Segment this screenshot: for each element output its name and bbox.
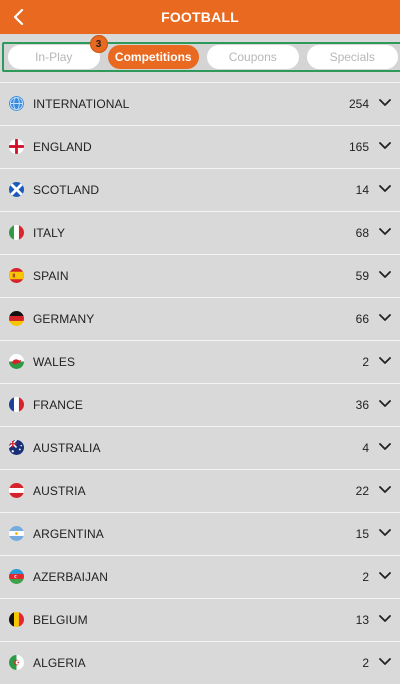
country-name: FRANCE bbox=[33, 398, 83, 412]
list-item-wales[interactable]: WALES 2 bbox=[0, 340, 400, 383]
tab-label: In-Play bbox=[35, 50, 73, 64]
country-name: WALES bbox=[33, 355, 76, 369]
list-item-argentina[interactable]: ARGENTINA 15 bbox=[0, 512, 400, 555]
chevron-down-icon[interactable] bbox=[379, 399, 391, 409]
competition-count: 165 bbox=[348, 140, 369, 154]
list-item-australia[interactable]: AUSTRALIA 4 bbox=[0, 426, 400, 469]
country-name: ARGENTINA bbox=[33, 527, 104, 541]
tabs-bar: In-Play 3 Competitions Coupons Specials bbox=[0, 34, 400, 82]
chevron-down-icon[interactable] bbox=[379, 528, 391, 538]
competition-list: INTERNATIONAL 254 ENGLAND 165 SCOTLAND 1… bbox=[0, 82, 400, 684]
country-name: AUSTRALIA bbox=[33, 441, 101, 455]
list-item-germany[interactable]: GERMANY 66 bbox=[0, 297, 400, 340]
country-name: GERMANY bbox=[33, 312, 95, 326]
chevron-down-icon[interactable] bbox=[379, 614, 391, 624]
competition-count: 22 bbox=[355, 484, 369, 498]
back-button[interactable] bbox=[8, 6, 30, 28]
globe-icon bbox=[9, 96, 24, 111]
list-item-scotland[interactable]: SCOTLAND 14 bbox=[0, 168, 400, 211]
tab-label: Coupons bbox=[228, 50, 277, 64]
competition-count: 15 bbox=[355, 527, 369, 541]
tab-in-play[interactable]: In-Play bbox=[8, 45, 100, 69]
country-name: AZERBAIJAN bbox=[33, 570, 109, 584]
argentina-flag-icon bbox=[9, 526, 24, 541]
competition-count: 254 bbox=[348, 97, 369, 111]
list-item-algeria[interactable]: ALGERIA 2 bbox=[0, 641, 400, 684]
competition-count: 36 bbox=[355, 398, 369, 412]
chevron-down-icon[interactable] bbox=[379, 356, 391, 366]
app-header: FOOTBALL bbox=[0, 0, 400, 34]
badge-count: 3 bbox=[89, 35, 108, 53]
country-name: SPAIN bbox=[33, 269, 69, 283]
spain-flag-icon bbox=[9, 268, 24, 283]
country-name: BELGIUM bbox=[33, 613, 88, 627]
list-item-spain[interactable]: SPAIN 59 bbox=[0, 254, 400, 297]
scotland-flag-icon bbox=[9, 182, 24, 197]
chevron-down-icon[interactable] bbox=[379, 571, 391, 581]
competition-count: 59 bbox=[355, 269, 369, 283]
tab-specials[interactable]: Specials bbox=[306, 45, 398, 69]
competition-count: 66 bbox=[355, 312, 369, 326]
list-item-france[interactable]: FRANCE 36 bbox=[0, 383, 400, 426]
tab-label: Competitions bbox=[114, 50, 192, 64]
tab-competitions[interactable]: 3 Competitions bbox=[89, 35, 199, 69]
chevron-down-icon[interactable] bbox=[379, 98, 391, 108]
tab-coupons[interactable]: Coupons bbox=[207, 45, 299, 69]
chevron-down-icon[interactable] bbox=[379, 184, 391, 194]
list-item-italy[interactable]: ITALY 68 bbox=[0, 211, 400, 254]
competition-count: 4 bbox=[362, 441, 369, 455]
chevron-down-icon[interactable] bbox=[379, 141, 391, 151]
chevron-down-icon[interactable] bbox=[379, 485, 391, 495]
chevron-left-icon bbox=[13, 9, 24, 25]
competition-count: 14 bbox=[355, 183, 369, 197]
germany-flag-icon bbox=[9, 311, 24, 326]
list-item-belgium[interactable]: BELGIUM 13 bbox=[0, 598, 400, 641]
list-item-austria[interactable]: AUSTRIA 22 bbox=[0, 469, 400, 512]
austria-flag-icon bbox=[9, 483, 24, 498]
competition-count: 2 bbox=[362, 355, 369, 369]
country-name: SCOTLAND bbox=[33, 183, 100, 197]
country-name: ITALY bbox=[33, 226, 66, 240]
competition-count: 2 bbox=[362, 570, 369, 584]
chevron-down-icon[interactable] bbox=[379, 270, 391, 280]
country-name: INTERNATIONAL bbox=[33, 97, 130, 111]
chevron-down-icon[interactable] bbox=[379, 227, 391, 237]
competition-count: 13 bbox=[355, 613, 369, 627]
country-name: ENGLAND bbox=[33, 140, 92, 154]
tab-label: Specials bbox=[329, 50, 375, 64]
azerbaijan-flag-icon bbox=[9, 569, 24, 584]
tabs-container: In-Play 3 Competitions Coupons Specials bbox=[2, 35, 400, 72]
list-item-international[interactable]: INTERNATIONAL 254 bbox=[0, 82, 400, 125]
chevron-down-icon[interactable] bbox=[379, 442, 391, 452]
list-item-azerbaijan[interactable]: AZERBAIJAN 2 bbox=[0, 555, 400, 598]
chevron-down-icon[interactable] bbox=[379, 313, 391, 323]
country-name: AUSTRIA bbox=[33, 484, 86, 498]
wales-flag-icon bbox=[9, 354, 24, 369]
chevron-down-icon[interactable] bbox=[379, 657, 391, 667]
italy-flag-icon bbox=[9, 225, 24, 240]
algeria-flag-icon bbox=[9, 655, 24, 670]
belgium-flag-icon bbox=[9, 612, 24, 627]
france-flag-icon bbox=[9, 397, 24, 412]
country-name: ALGERIA bbox=[33, 656, 86, 670]
england-flag-icon bbox=[9, 139, 24, 154]
competition-count: 68 bbox=[355, 226, 369, 240]
australia-flag-icon bbox=[9, 440, 24, 455]
competition-count: 2 bbox=[362, 656, 369, 670]
list-item-england[interactable]: ENGLAND 165 bbox=[0, 125, 400, 168]
page-title: FOOTBALL bbox=[161, 9, 239, 25]
